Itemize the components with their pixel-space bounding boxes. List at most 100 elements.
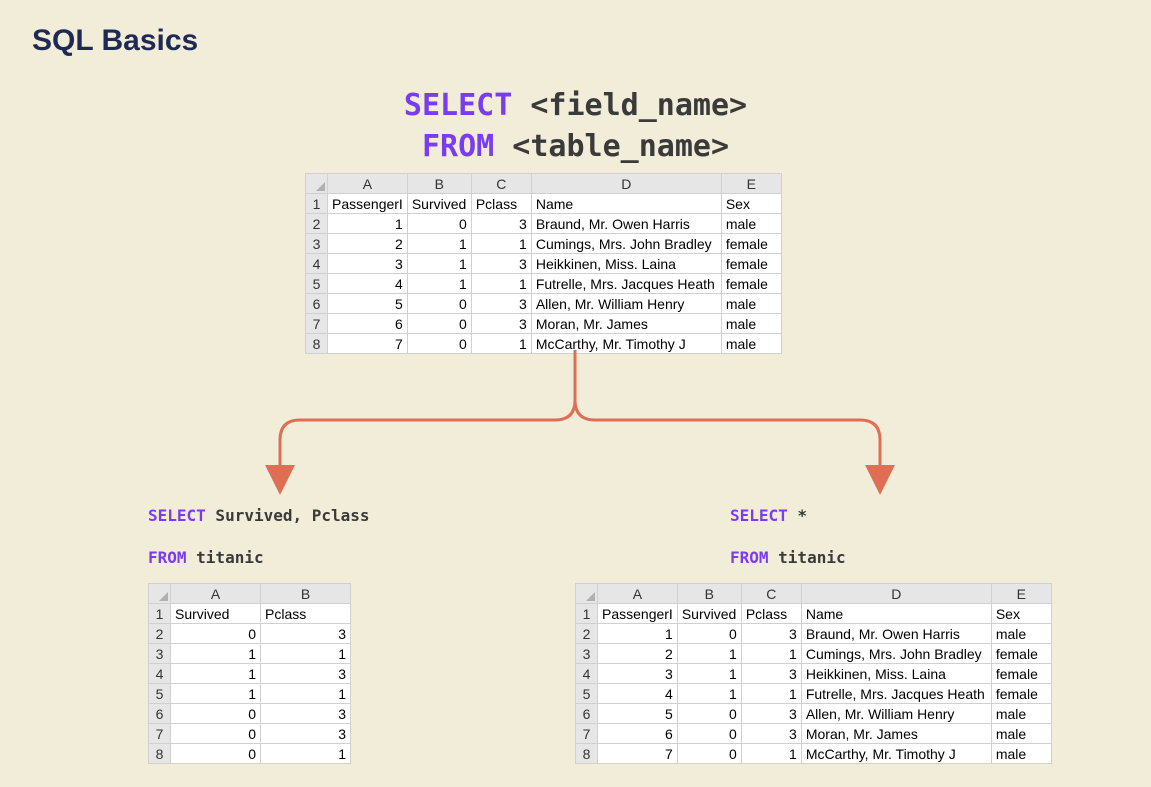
- row-header: 6: [149, 704, 171, 724]
- right-result-table: ABCDE1PassengerISurvivedPclassNameSex210…: [575, 583, 1052, 764]
- header-cell: PassengerI: [598, 604, 678, 624]
- cell: Cumings, Mrs. John Bradley: [801, 644, 991, 664]
- cell: 0: [407, 214, 471, 234]
- col-header: B: [261, 584, 351, 604]
- cell: 1: [741, 644, 801, 664]
- row-header: 1: [306, 194, 328, 214]
- cell: 1: [741, 684, 801, 704]
- cell: 3: [261, 624, 351, 644]
- col-header: D: [801, 584, 991, 604]
- keyword-from: FROM: [730, 548, 769, 567]
- cell: 3: [471, 254, 531, 274]
- row-header: 5: [149, 684, 171, 704]
- cell: 0: [677, 744, 741, 764]
- cell: 3: [741, 704, 801, 724]
- cell: McCarthy, Mr. Timothy J: [531, 334, 721, 354]
- cell: McCarthy, Mr. Timothy J: [801, 744, 991, 764]
- row-header: 2: [306, 214, 328, 234]
- from-table: titanic: [769, 548, 846, 567]
- cell: female: [721, 274, 781, 294]
- cell: Braund, Mr. Owen Harris: [801, 624, 991, 644]
- cell: 1: [171, 684, 261, 704]
- row-header: 8: [149, 744, 171, 764]
- cell: 3: [741, 724, 801, 744]
- branching-arrows: [200, 350, 950, 500]
- col-header: C: [741, 584, 801, 604]
- cell: 1: [407, 254, 471, 274]
- keyword-select: SELECT: [148, 506, 206, 525]
- cell: 0: [677, 724, 741, 744]
- cell: 7: [598, 744, 678, 764]
- cell: 3: [471, 294, 531, 314]
- row-header: 3: [306, 234, 328, 254]
- cell: 0: [171, 624, 261, 644]
- header-cell: PassengerI: [328, 194, 408, 214]
- cell: 7: [328, 334, 408, 354]
- cell: 0: [677, 624, 741, 644]
- cell: 0: [677, 704, 741, 724]
- cell: 3: [741, 664, 801, 684]
- header-cell: Name: [531, 194, 721, 214]
- cell: 3: [261, 664, 351, 684]
- col-header: B: [677, 584, 741, 604]
- cell: 1: [261, 644, 351, 664]
- cell: male: [991, 724, 1051, 744]
- cell: male: [721, 314, 781, 334]
- row-header: 4: [149, 664, 171, 684]
- cell: 0: [171, 744, 261, 764]
- row-header: 4: [306, 254, 328, 274]
- header-cell: Sex: [991, 604, 1051, 624]
- cell: male: [991, 624, 1051, 644]
- cell: Braund, Mr. Owen Harris: [531, 214, 721, 234]
- cell: 1: [741, 744, 801, 764]
- cell: 3: [471, 314, 531, 334]
- cell: Cumings, Mrs. John Bradley: [531, 234, 721, 254]
- cell: 1: [407, 274, 471, 294]
- cell: Allen, Mr. William Henry: [801, 704, 991, 724]
- cell: female: [991, 664, 1051, 684]
- row-header: 7: [306, 314, 328, 334]
- header-cell: Pclass: [261, 604, 351, 624]
- row-header: 1: [576, 604, 598, 624]
- cell: Heikkinen, Miss. Laina: [531, 254, 721, 274]
- cell: 0: [407, 334, 471, 354]
- row-header: 2: [576, 624, 598, 644]
- cell: 2: [598, 644, 678, 664]
- row-header: 3: [149, 644, 171, 664]
- cell: female: [721, 234, 781, 254]
- source-table: ABCDE1PassengerISurvivedPclassNameSex210…: [305, 173, 782, 354]
- cell: male: [991, 704, 1051, 724]
- row-header: 6: [576, 704, 598, 724]
- header-cell: Sex: [721, 194, 781, 214]
- cell: 0: [407, 314, 471, 334]
- cell: 0: [171, 704, 261, 724]
- cell: 1: [471, 334, 531, 354]
- row-header: 8: [576, 744, 598, 764]
- cell: 6: [328, 314, 408, 334]
- cell: 3: [598, 664, 678, 684]
- col-header: E: [991, 584, 1051, 604]
- cell: 1: [677, 644, 741, 664]
- cell: 4: [598, 684, 678, 704]
- col-header: A: [328, 174, 408, 194]
- cell: 6: [598, 724, 678, 744]
- cell: 5: [598, 704, 678, 724]
- cell: 3: [261, 704, 351, 724]
- header-cell: Survived: [677, 604, 741, 624]
- row-header: 7: [576, 724, 598, 744]
- cell: Futrelle, Mrs. Jacques Heath: [531, 274, 721, 294]
- cell: 1: [261, 684, 351, 704]
- cell: Futrelle, Mrs. Jacques Heath: [801, 684, 991, 704]
- from-table: titanic: [187, 548, 264, 567]
- header-cell: Name: [801, 604, 991, 624]
- cell: 1: [328, 214, 408, 234]
- col-header: B: [407, 174, 471, 194]
- cell: 2: [328, 234, 408, 254]
- page-title: SQL Basics: [32, 24, 198, 58]
- cell: male: [721, 334, 781, 354]
- cell: 1: [471, 274, 531, 294]
- row-header: 5: [576, 684, 598, 704]
- keyword-from: FROM: [422, 129, 494, 164]
- col-header: A: [171, 584, 261, 604]
- cell: 3: [741, 624, 801, 644]
